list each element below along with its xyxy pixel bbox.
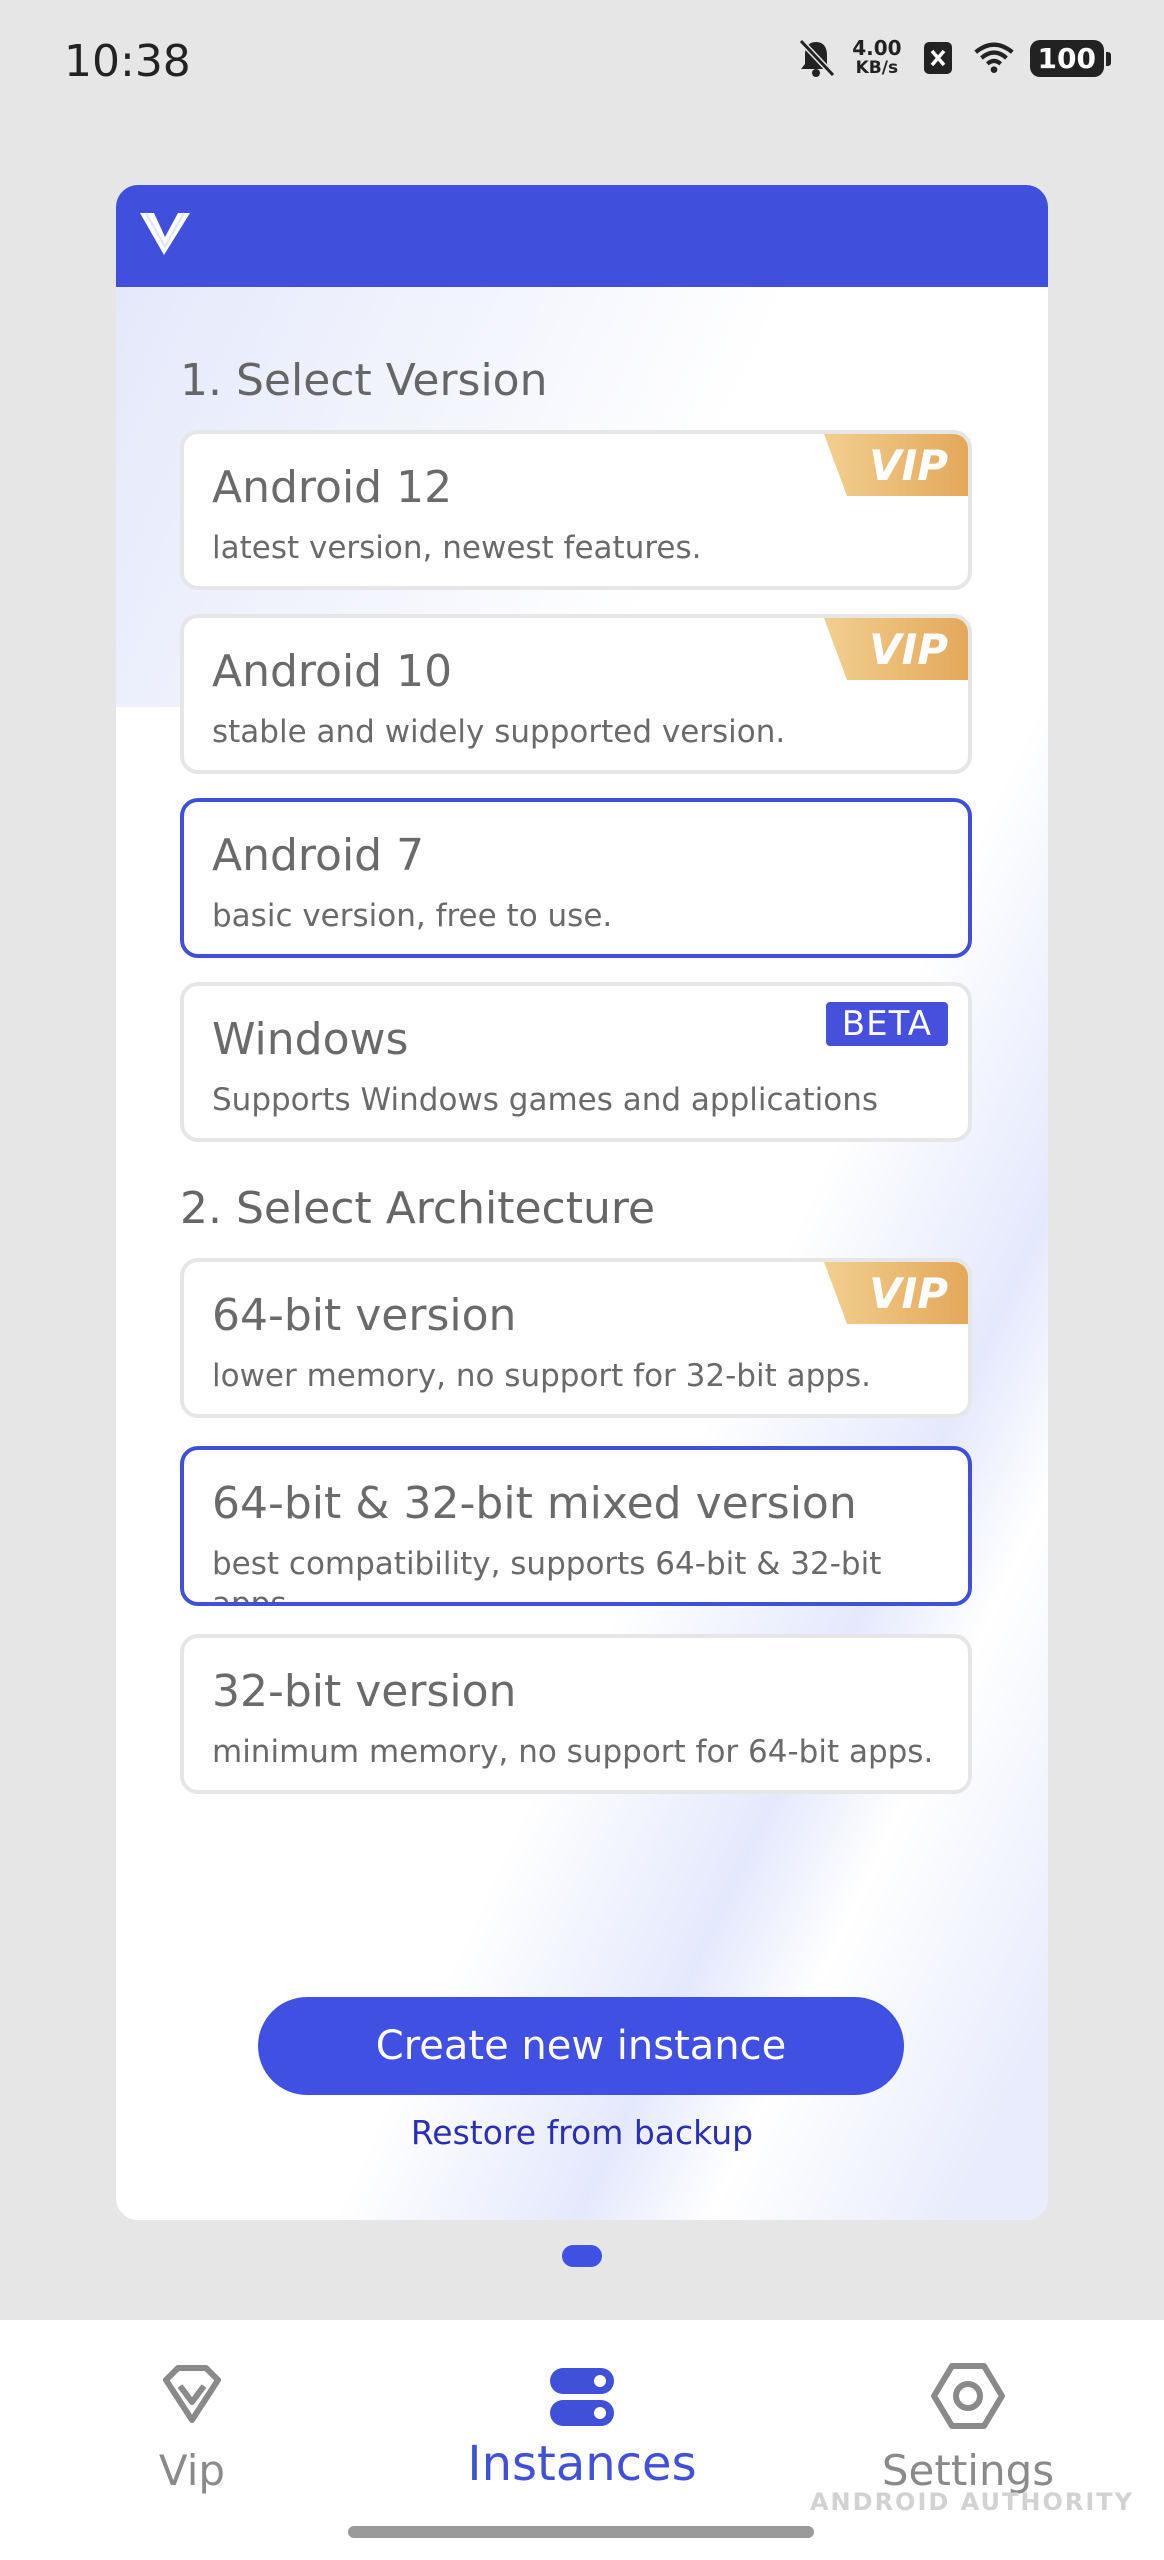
nav-item-settings[interactable]: Settings [818,2356,1118,2495]
instances-icon [550,2368,614,2426]
status-bar: 10:38 4.00 KB/s 100 [0,0,1164,130]
option-title: 64-bit & 32-bit mixed version [212,1478,857,1529]
nav-item-instances[interactable]: Instances [432,2356,732,2492]
option-desc: lower memory, no support for 32-bit apps… [212,1358,871,1394]
option-title: 32-bit version [212,1666,517,1717]
option-android-10[interactable]: Android 10 stable and widely supported v… [180,614,972,774]
option-android-7[interactable]: Android 7 basic version, free to use. [180,798,972,958]
option-desc: basic version, free to use. [212,898,613,934]
option-desc: Supports Windows games and applications [212,1082,879,1118]
nav-item-vip[interactable]: Vip [42,2356,342,2495]
option-title: 64-bit version [212,1290,517,1341]
bottom-nav: Vip Instances Settings [0,2320,1164,2560]
nav-label: Instances [467,2436,697,2492]
option-32-bit[interactable]: 32-bit version minimum memory, no suppor… [180,1634,972,1794]
vip-badge: VIP [824,1262,968,1324]
app-logo-icon [140,212,190,255]
watermark: ANDROID AUTHORITY [809,2488,1134,2516]
network-speed: 4.00 KB/s [852,36,902,78]
option-mixed-64-32-bit[interactable]: 64-bit & 32-bit mixed version best compa… [180,1446,972,1606]
bell-off-icon [796,38,836,78]
option-desc: stable and widely supported version. [212,714,786,750]
status-icons: 4.00 KB/s 100 [796,36,1112,78]
option-title: Windows [212,1014,409,1065]
option-title: Android 7 [212,830,425,881]
create-instance-card: 1. Select Version Android 12 latest vers… [116,185,1048,2220]
beta-badge: BETA [825,1002,948,1046]
option-64-bit[interactable]: 64-bit version lower memory, no support … [180,1258,972,1418]
home-indicator[interactable] [348,2526,814,2538]
no-sim-icon [918,38,958,78]
vip-badge: VIP [824,618,968,680]
card-header [116,185,1048,287]
diamond-icon [163,2365,221,2423]
option-android-12[interactable]: Android 12 latest version, newest featur… [180,430,972,590]
page-indicator [562,2245,602,2267]
nav-label: Vip [158,2446,226,2495]
option-windows[interactable]: Windows Supports Windows games and appli… [180,982,972,1142]
create-instance-button[interactable]: Create new instance [258,1997,904,2095]
restore-backup-link[interactable]: Restore from backup [116,2113,1048,2152]
battery-indicator: 100 [1029,39,1112,77]
option-title: Android 10 [212,646,453,697]
wifi-icon [973,38,1014,78]
settings-hexagon-icon [931,2363,1005,2429]
vip-badge: VIP [824,434,968,496]
option-desc: best compatibility, supports 64-bit & 32… [212,1546,882,1606]
option-desc: latest version, newest features. [212,530,702,566]
option-title: Android 12 [212,462,453,513]
section-title-architecture: 2. Select Architecture [180,1183,656,1234]
clock: 10:38 [64,36,191,87]
section-title-version: 1. Select Version [180,355,548,406]
option-desc: minimum memory, no support for 64-bit ap… [212,1734,934,1770]
